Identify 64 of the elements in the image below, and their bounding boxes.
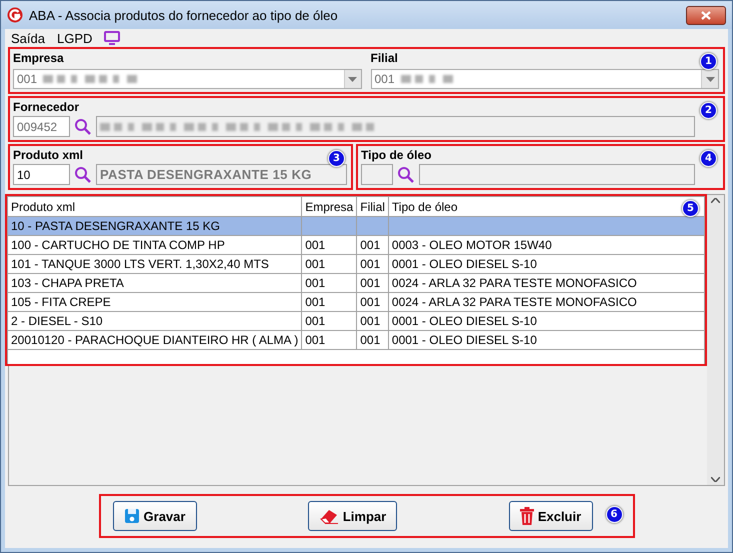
number-marker: 2 — [700, 102, 717, 119]
table-cell: 001 — [356, 330, 388, 350]
window-title: ABA - Associa produtos do fornecedor ao tipo de óleo — [29, 8, 339, 22]
table-cell: 0024 - ARLA 32 PARA TESTE MONOFASICO — [388, 274, 704, 292]
table-cell: 10 - PASTA DESENGRAXANTE 15 KG — [8, 216, 302, 236]
close-button[interactable] — [686, 6, 726, 24]
table-cell: 001 — [302, 292, 357, 312]
table-cell: 001 — [302, 236, 357, 254]
scroll-up-icon — [711, 198, 720, 203]
field-label: Fornecedor — [13, 100, 80, 114]
field-label: Empresa — [13, 51, 64, 65]
search-icon[interactable] — [74, 118, 92, 136]
menu-item[interactable]: LGPD — [56, 30, 92, 46]
number-marker: 6 — [606, 506, 622, 523]
field-label: Filial — [370, 51, 398, 65]
table-cell: 0001 - OLEO DIESEL S-10 — [388, 254, 704, 274]
field-label: Tipo de óleo — [361, 148, 432, 162]
table-cell: 101 - TANQUE 3000 LTS VERT. 1,30X2,40 MTS — [8, 254, 302, 274]
table-cell: 0001 - OLEO DIESEL S-10 — [388, 312, 704, 330]
scroll-down-icon — [711, 477, 720, 482]
table-cell: 0003 - OLEO MOTOR 15W40 — [388, 236, 704, 254]
table-cell: 20010120 - PARACHOQUE DIANTEIRO HR ( ALMA ) — [8, 330, 302, 350]
number-marker: 4 — [700, 150, 717, 167]
table-cell: 103 - CHAPA PRETA — [8, 274, 302, 292]
search-icon[interactable] — [397, 166, 415, 184]
table-cell: 001 — [302, 254, 357, 274]
table-cell: 001 — [356, 236, 388, 254]
dropdown-field[interactable]: 001 — [13, 69, 362, 89]
number-marker: 3 — [328, 150, 345, 167]
number-marker: 1 — [700, 53, 717, 70]
dropdown-arrow-icon[interactable] — [706, 76, 714, 82]
table-cell: 001 — [356, 274, 388, 292]
eraser-icon — [318, 508, 339, 524]
code-field[interactable]: 009452 — [13, 116, 70, 137]
trash-icon — [520, 507, 534, 525]
code-field[interactable]: 10 — [13, 164, 70, 185]
code-field[interactable] — [361, 164, 393, 185]
table-cell: 100 - CARTUCHO DE TINTA COMP HP — [8, 236, 302, 254]
app-logo-icon — [7, 7, 23, 23]
action-button[interactable]: Limpar — [308, 501, 398, 531]
table-cell: 105 - FITA CREPE — [8, 292, 302, 312]
description-field: PASTA DESENGRAXANTE 15 KG — [96, 164, 347, 185]
table-cell: 001 — [302, 312, 357, 330]
table-cell: 0024 - ARLA 32 PARA TESTE MONOFASICO — [388, 292, 704, 312]
table-cell: 001 — [356, 254, 388, 274]
field-label: Produto xml — [13, 148, 84, 162]
dropdown-field[interactable]: 001 — [370, 69, 719, 89]
column-header[interactable]: Filial — [356, 196, 388, 216]
table-cell: 001 — [356, 292, 388, 312]
scrollbar[interactable] — [707, 195, 724, 485]
menu-item[interactable]: Saída — [11, 30, 45, 46]
table-cell: 001 — [302, 274, 357, 292]
table-cell: 0001 - OLEO DIESEL S-10 — [388, 330, 704, 350]
dropdown-arrow-icon[interactable] — [348, 76, 357, 82]
action-button[interactable]: Gravar — [112, 501, 196, 531]
column-header[interactable]: Produto xml — [8, 196, 302, 216]
close-icon — [701, 10, 711, 20]
table-cell: 2 - DIESEL - S10 — [8, 312, 302, 330]
monitor-icon[interactable] — [104, 31, 120, 45]
table-cell: 001 — [302, 330, 357, 350]
table-cell: 001 — [356, 312, 388, 330]
column-header[interactable]: Empresa — [302, 196, 357, 216]
action-button[interactable]: Excluir — [508, 501, 592, 531]
search-icon[interactable] — [74, 166, 92, 184]
